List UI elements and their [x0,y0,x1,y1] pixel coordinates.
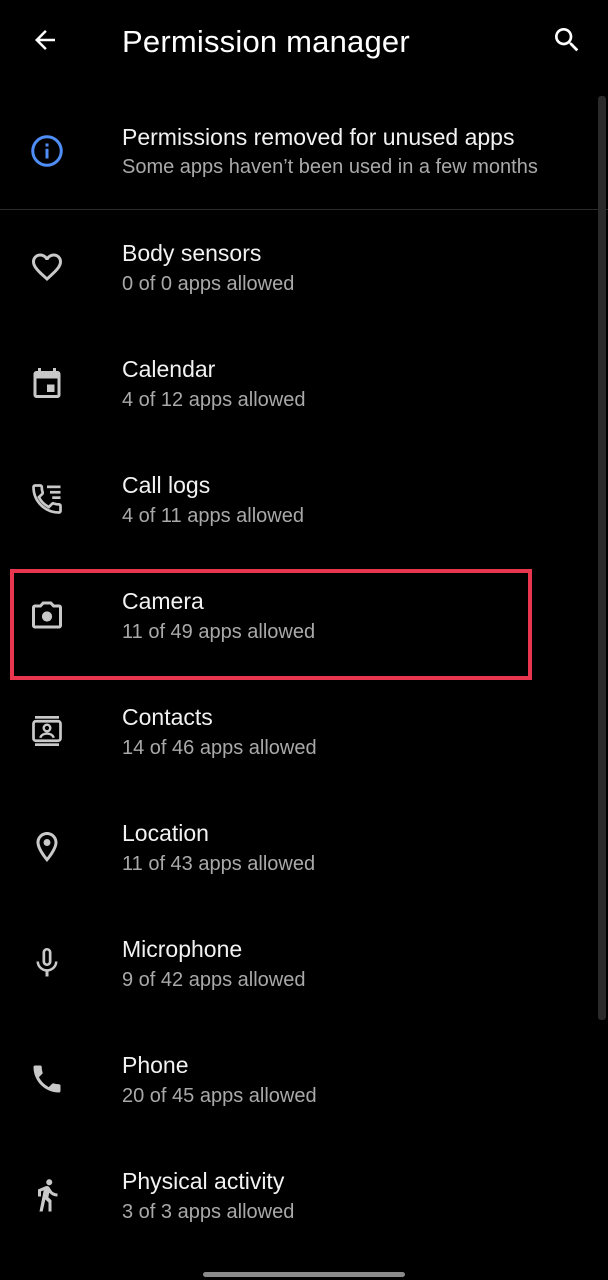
arrow-back-icon [35,30,55,50]
call-log-icon [23,475,71,523]
microphone-icon [23,939,71,987]
info-icon [23,127,71,175]
permission-subtitle: 4 of 11 apps allowed [122,505,304,527]
unused-apps-notice[interactable]: Permissions removed for unused apps Some… [0,98,608,208]
permission-subtitle: 3 of 3 apps allowed [122,1201,295,1223]
permission-title: Body sensors [122,240,262,266]
walking-person-icon [23,1171,71,1219]
permission-subtitle: 14 of 46 apps allowed [122,737,317,759]
permission-item-contacts[interactable]: Contacts 14 of 46 apps allowed [0,674,600,790]
permission-title: Microphone [122,936,243,962]
permission-subtitle: 11 of 43 apps allowed [122,853,316,875]
heart-icon [23,243,71,291]
permission-title: Contacts [122,704,213,730]
calendar-icon [23,359,71,407]
back-button[interactable] [21,16,69,64]
permission-subtitle: 20 of 45 apps allowed [122,1085,317,1107]
permission-title: Calendar [122,356,216,382]
permission-title: Call logs [122,472,211,498]
top-app-bar: Permission manager [0,0,608,84]
permission-item-microphone[interactable]: Microphone 9 of 42 apps allowed [0,906,600,1022]
permission-item-calendar[interactable]: Calendar 4 of 12 apps allowed [0,326,600,442]
phone-icon [23,1055,71,1103]
permission-title: Phone [122,1052,189,1078]
notice-title: Permissions removed for unused apps [122,124,515,150]
permission-item-phone[interactable]: Phone 20 of 45 apps allowed [0,1022,600,1138]
permission-title: Camera [122,588,204,614]
location-pin-icon [23,823,71,871]
search-button[interactable] [543,16,591,64]
home-indicator[interactable] [203,1272,405,1277]
permission-item-camera[interactable]: Camera 11 of 49 apps allowed [0,558,600,674]
page-title: Permission manager [122,24,410,59]
contacts-icon [23,707,71,755]
scrollbar[interactable] [598,96,606,1020]
permission-subtitle: 9 of 42 apps allowed [122,969,306,991]
permission-item-body-sensors[interactable]: Body sensors 0 of 0 apps allowed [0,210,600,326]
permission-subtitle: 0 of 0 apps allowed [122,273,295,295]
camera-icon [23,591,71,639]
permission-item-physical-activity[interactable]: Physical activity 3 of 3 apps allowed [0,1138,600,1254]
permission-title: Physical activity [122,1168,285,1194]
search-icon [555,28,579,52]
permission-subtitle: 11 of 49 apps allowed [122,621,316,643]
permission-title: Location [122,820,209,846]
permission-item-call-logs[interactable]: Call logs 4 of 11 apps allowed [0,442,600,558]
permission-item-location[interactable]: Location 11 of 43 apps allowed [0,790,600,906]
notice-subtitle: Some apps haven’t been used in a few mon… [122,156,538,178]
permission-subtitle: 4 of 12 apps allowed [122,389,306,411]
